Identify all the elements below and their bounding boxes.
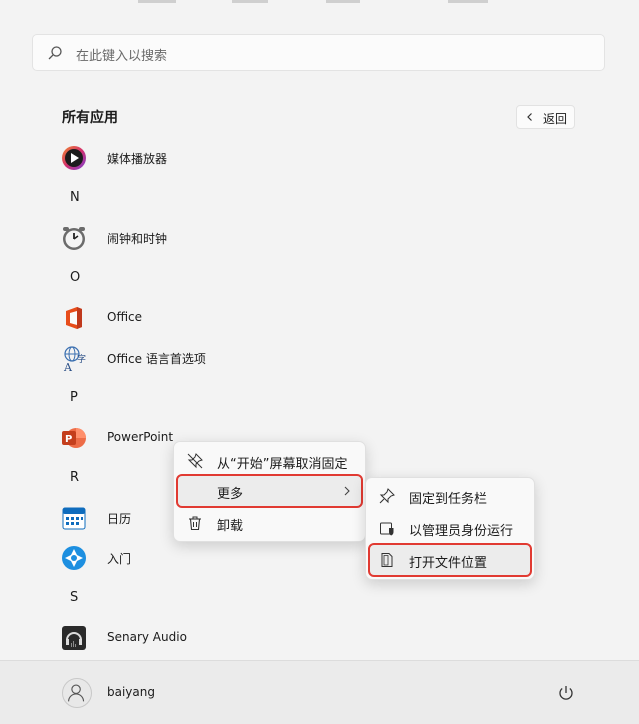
app-item-media-player[interactable]: 媒体播放器 [60,140,360,174]
search-box[interactable]: 在此键入以搜索 [32,34,605,71]
letter-header-o[interactable]: O [70,270,80,285]
menu-item-label: 打开文件位置 [409,556,488,571]
office-icon [66,307,82,329]
menu-item-open-file-location[interactable]: 打开文件位置 [368,543,532,577]
app-name: 入门 [107,552,132,566]
avatar[interactable] [62,678,92,708]
language-preferences-icon: A 字 [63,346,86,372]
letter-header-r[interactable]: R [70,470,79,485]
app-name: Office 语言首选项 [107,352,206,366]
unpin-icon [187,453,203,469]
menu-item-label: 以管理员身份运行 [409,524,514,539]
letter-header-p[interactable]: P [70,390,78,405]
search-placeholder: 在此键入以搜索 [76,49,168,64]
menu-item-run-as-admin[interactable]: 以管理员身份运行 [370,513,530,543]
menu-item-label: 从“开始”屏幕取消固定 [217,457,348,472]
chevron-right-icon [344,486,350,496]
all-apps-title: 所有应用 [62,110,118,126]
svg-text:字: 字 [77,353,86,365]
trash-icon [189,516,201,531]
chevron-left-icon [527,113,532,121]
admin-shield-icon [380,522,394,536]
letter-header-n[interactable]: N [70,190,80,205]
menu-item-label: 卸载 [217,519,244,534]
app-item-alarm-clock[interactable]: 闹钟和时钟 [60,220,360,254]
app-name: Senary Audio [107,630,187,644]
menu-item-unpin[interactable]: 从“开始”屏幕取消固定 [178,446,361,476]
app-name: 闹钟和时钟 [107,232,168,246]
get-started-icon [62,546,86,570]
start-footer: baiyang [0,660,639,724]
app-item-office-language[interactable]: A 字 Office 语言首选项 [60,340,360,374]
username[interactable]: baiyang [107,685,155,699]
menu-item-pin-taskbar[interactable]: 固定到任务栏 [370,481,530,511]
back-button[interactable]: 返回 [516,105,575,129]
top-edge [0,0,639,6]
app-item-office[interactable]: Office [60,300,360,334]
svg-text:P: P [65,434,72,445]
user-icon [68,684,85,702]
menu-item-label: 固定到任务栏 [409,492,488,507]
app-name: 媒体播放器 [107,152,168,166]
senary-audio-icon [62,626,86,650]
powerpoint-icon: P [62,428,86,448]
app-name: PowerPoint [107,430,174,444]
letter-header-s[interactable]: S [70,590,78,605]
power-icon[interactable] [557,684,575,702]
menu-item-label: 更多 [217,487,244,502]
app-item-senary-audio[interactable]: Senary Audio [60,620,360,654]
media-player-icon [62,146,86,170]
menu-item-uninstall[interactable]: 卸载 [178,508,361,538]
app-item-get-started[interactable]: 入门 [60,540,360,574]
calendar-icon [62,507,86,530]
menu-item-more[interactable]: 更多 [176,474,363,508]
context-menu: 从“开始”屏幕取消固定 更多 卸载 [173,441,366,542]
submenu: 固定到任务栏 以管理员身份运行 打开文件位置 [365,477,535,580]
file-location-icon [381,553,393,567]
svg-text:A: A [63,361,73,372]
search-icon [48,46,62,60]
app-name: Office [107,310,143,324]
pin-icon [379,488,395,504]
back-label: 返回 [543,112,568,126]
app-name: 日历 [107,512,132,526]
alarm-clock-icon [63,227,85,250]
